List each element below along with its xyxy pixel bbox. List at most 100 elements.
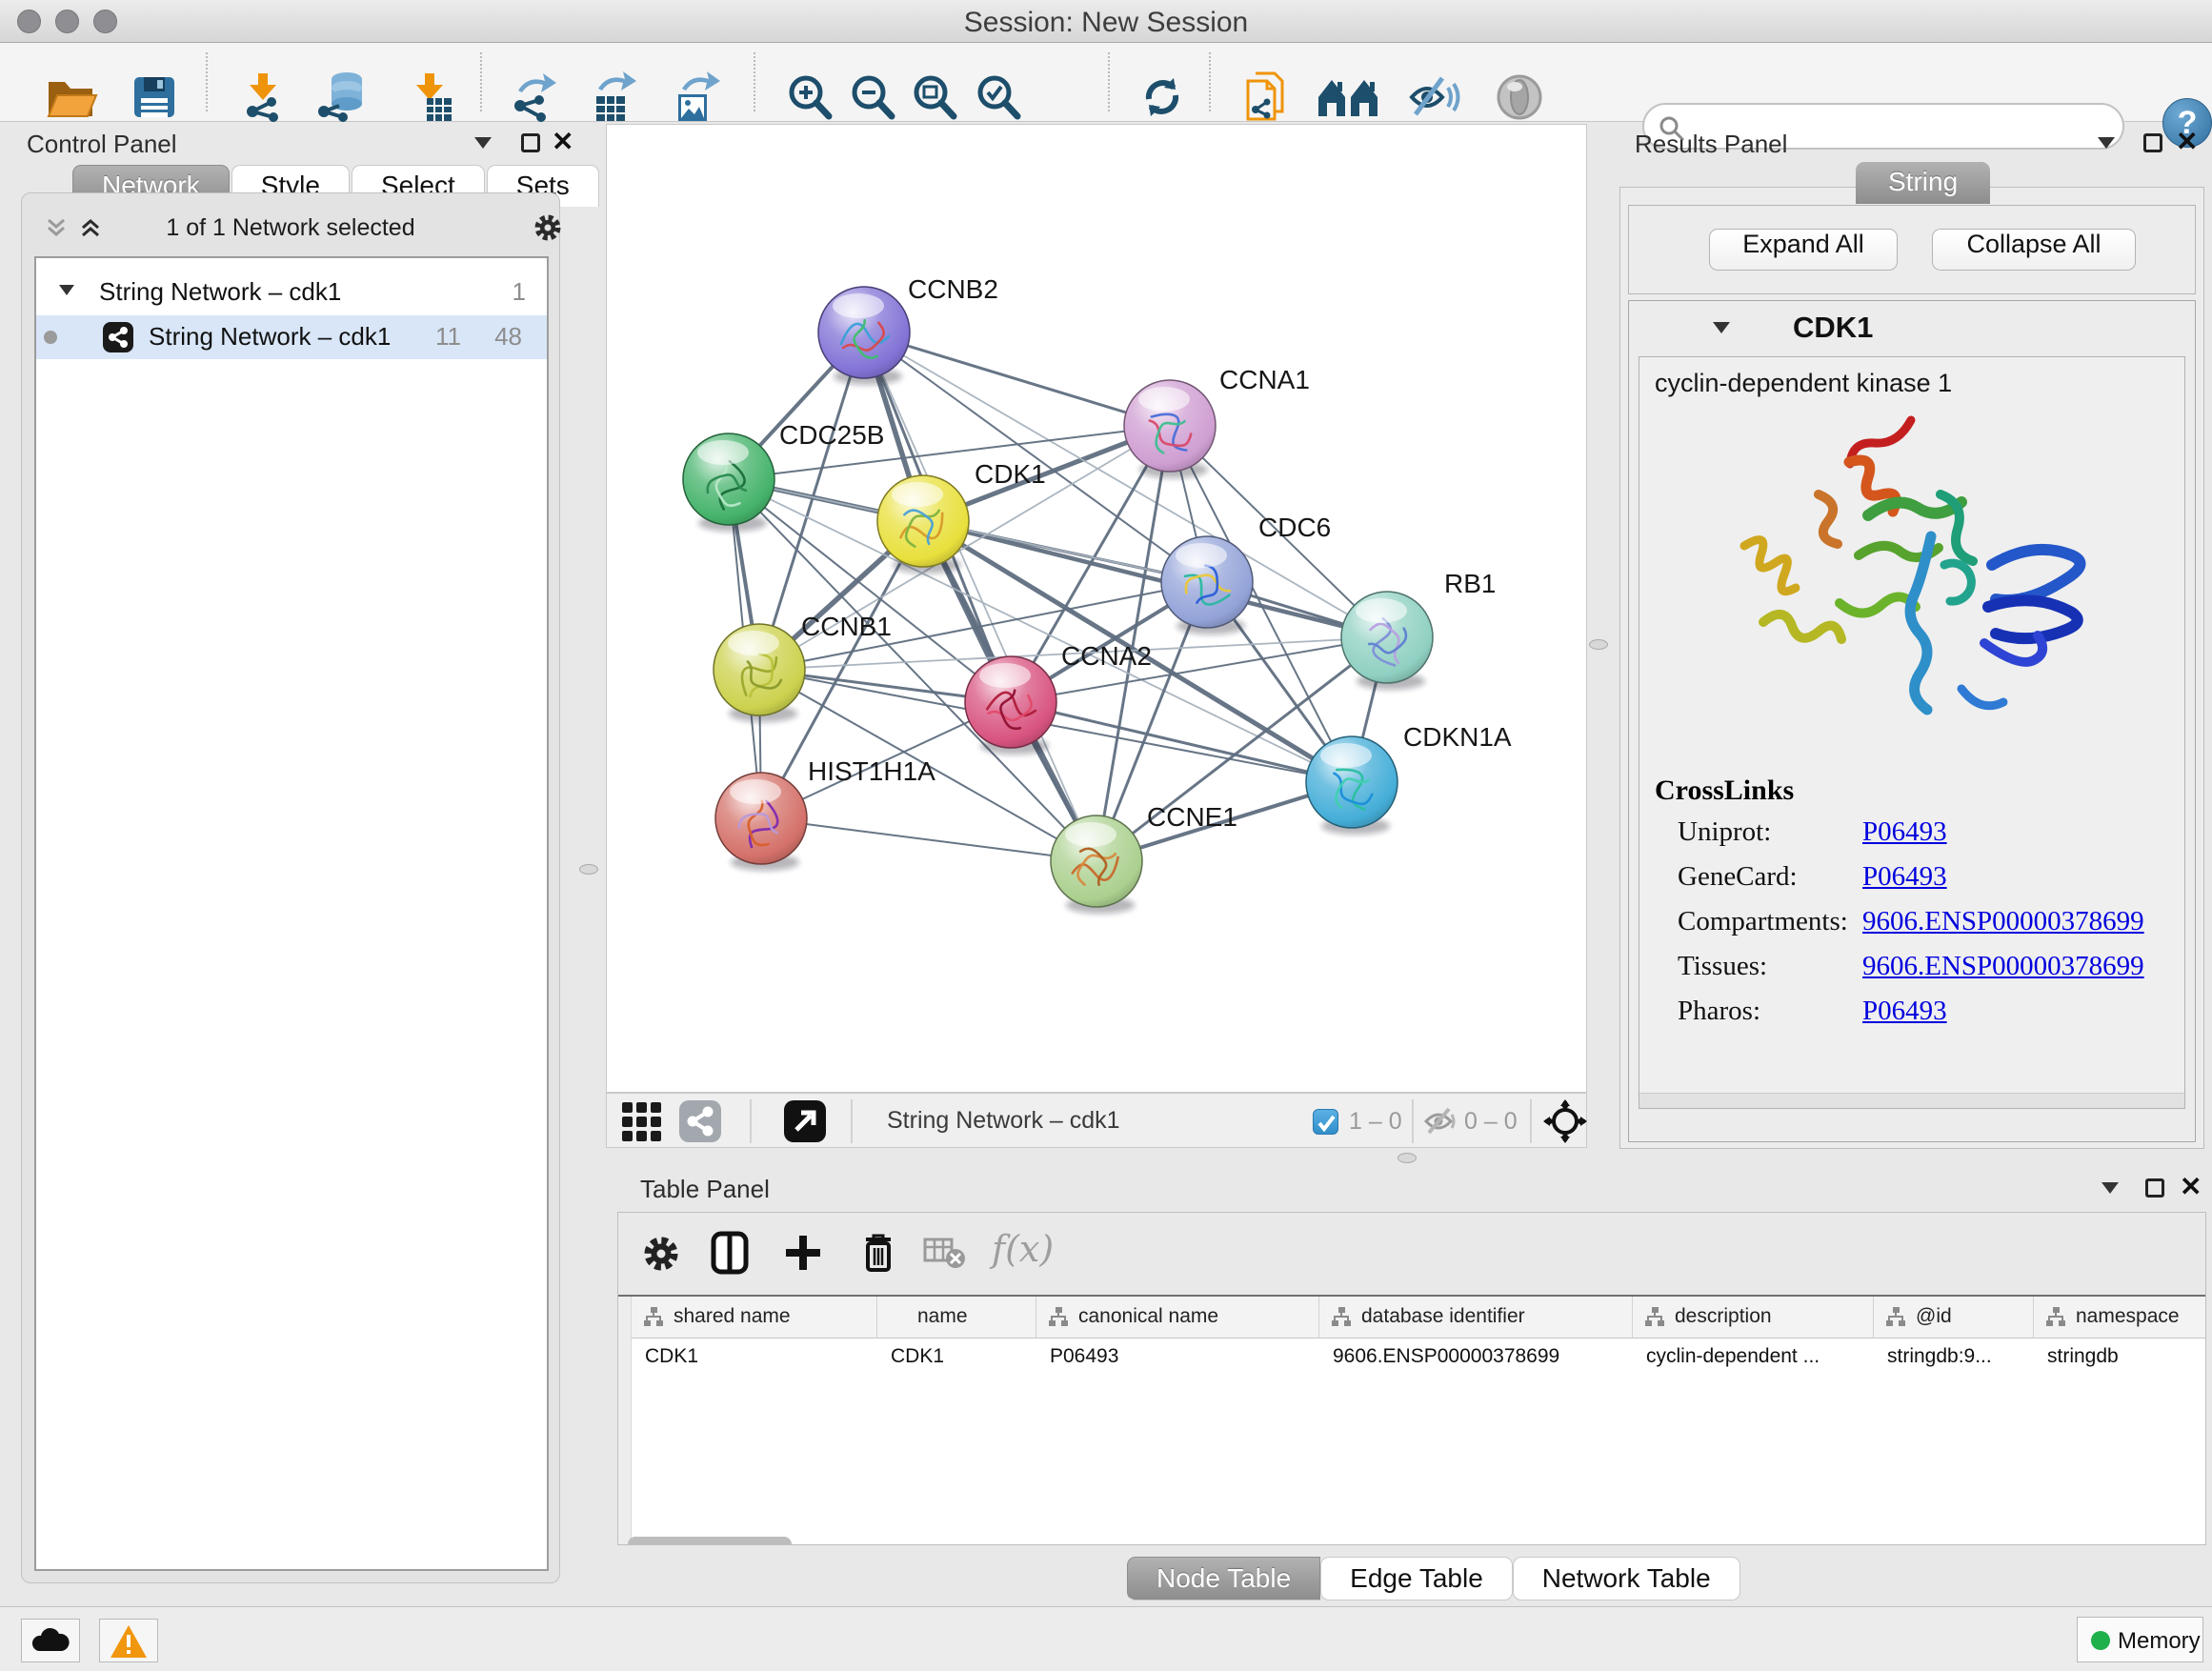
tab-network-table[interactable]: Network Table	[1513, 1557, 1740, 1601]
table-panel-float-icon[interactable]	[2101, 1182, 2119, 1194]
network-icon-gray[interactable]	[679, 1100, 721, 1142]
control-panel-maximize-icon[interactable]	[521, 133, 540, 152]
column-header-description[interactable]: description	[1633, 1297, 1874, 1339]
edge-HIST1H1A-CCNE1[interactable]	[761, 818, 1096, 861]
save-session-icon[interactable]	[128, 70, 181, 124]
network-graph[interactable]: CCNB2CCNA1CDC25BCDK1CDC6RB1CCNB1CCNA2CDK…	[607, 125, 1586, 1092]
node-label-RB1: RB1	[1444, 569, 1496, 598]
table-cell[interactable]: cyclin-dependent ...	[1633, 1339, 1874, 1375]
delete-table-icon	[923, 1236, 967, 1270]
expand-all-button[interactable]: Expand All	[1709, 229, 1898, 271]
table-cell[interactable]: 9606.ENSP00000378699	[1319, 1339, 1633, 1375]
grid-view-icon[interactable]	[620, 1100, 662, 1142]
open-session-icon[interactable]	[43, 70, 98, 124]
zoom-selected-icon[interactable]	[972, 70, 1025, 124]
import-network-database-icon[interactable]	[312, 70, 372, 125]
column-type-icon	[1048, 1306, 1069, 1329]
edge-CCNA2-CDKN1A[interactable]	[1011, 702, 1352, 782]
column-header-label: @id	[1916, 1305, 1952, 1328]
node-CDKN1A[interactable]: CDKN1A	[1306, 722, 1512, 835]
import-network-file-icon[interactable]	[235, 70, 291, 125]
table-cell[interactable]: stringdb	[2034, 1339, 2205, 1375]
memory-status-dot	[2091, 1631, 2110, 1650]
homes-icon[interactable]	[1317, 72, 1381, 122]
table-cell-value: CDK1	[891, 1345, 944, 1368]
tab-string[interactable]: String	[1856, 162, 1990, 204]
node-HIST1H1A[interactable]: HIST1H1A	[715, 756, 935, 871]
results-hscroll-track[interactable]	[1639, 1093, 2184, 1108]
node-table[interactable]: shared namenamecanonical namedatabase id…	[618, 1295, 2205, 1544]
network-collection-row[interactable]: String Network – cdk1 1	[36, 272, 547, 315]
hide-eye-icon[interactable]	[1406, 72, 1461, 122]
export-table-icon[interactable]	[585, 70, 642, 125]
crosslink-link[interactable]: P06493	[1862, 816, 1947, 848]
node-CCNE1[interactable]: CCNE1	[1051, 802, 1237, 914]
refresh-icon[interactable]	[1136, 70, 1189, 124]
show-eye-icon[interactable]	[1494, 71, 1545, 123]
node-label-CCNB2: CCNB2	[908, 274, 998, 304]
bottom-splitter-handle[interactable]	[1398, 1153, 1417, 1163]
left-splitter-handle[interactable]	[579, 864, 598, 875]
crosslink-link[interactable]: 9606.ENSP00000378699	[1862, 906, 2144, 937]
node-label-HIST1H1A: HIST1H1A	[808, 756, 935, 786]
delete-column-icon[interactable]	[858, 1228, 898, 1276]
results-panel-title: Results Panel	[1635, 130, 1787, 159]
entry-collapse-icon[interactable]	[1713, 322, 1730, 333]
gear-icon[interactable]	[533, 212, 563, 243]
memory-button[interactable]: Memory	[2077, 1617, 2203, 1662]
table-cell[interactable]: CDK1	[632, 1339, 877, 1375]
node-CCNA1[interactable]: CCNA1	[1124, 365, 1310, 478]
node-CDC25B[interactable]: CDC25B	[683, 420, 884, 532]
node-label-CDC6: CDC6	[1258, 513, 1331, 542]
table-hscroll-thumb[interactable]	[628, 1537, 792, 1544]
launch-view-icon[interactable]	[784, 1100, 826, 1142]
warning-button[interactable]	[99, 1619, 158, 1662]
network-row[interactable]: String Network – cdk1 11 48	[36, 315, 547, 359]
table-gear-icon[interactable]	[641, 1234, 681, 1274]
cloud-button[interactable]	[21, 1619, 80, 1662]
column-header-canonical-name[interactable]: canonical name	[1036, 1297, 1319, 1339]
column-header-name[interactable]: name	[877, 1297, 1036, 1339]
tab-edge-table[interactable]: Edge Table	[1320, 1557, 1513, 1601]
control-panel-float-icon[interactable]	[474, 137, 492, 149]
right-splitter-handle[interactable]	[1589, 639, 1608, 650]
tree-expand-icon[interactable]	[59, 285, 74, 295]
control-panel-body: 1 of 1 Network selected String Network –…	[21, 192, 560, 1583]
add-column-icon[interactable]	[782, 1232, 824, 1274]
zoom-fit-icon[interactable]	[908, 70, 961, 124]
zoom-out-icon[interactable]	[846, 70, 899, 124]
export-network-icon[interactable]	[505, 70, 562, 125]
table-panel-maximize-icon[interactable]	[2145, 1178, 2164, 1198]
results-panel-maximize-icon[interactable]	[2143, 133, 2162, 152]
column-header-database-identifier[interactable]: database identifier	[1319, 1297, 1633, 1339]
tab-node-table[interactable]: Node Table	[1127, 1557, 1320, 1601]
columns-icon[interactable]	[708, 1230, 752, 1276]
node-CCNB2[interactable]: CCNB2	[818, 274, 998, 385]
export-image-icon[interactable]	[667, 70, 724, 125]
crosslink-link[interactable]: P06493	[1862, 861, 1947, 893]
selected-checkbox[interactable]	[1313, 1109, 1338, 1135]
crosslink-link[interactable]: P06493	[1862, 996, 1947, 1027]
cdk1-entry-header[interactable]: CDK1	[1629, 301, 2195, 354]
edge-CCNB2-CCNA1[interactable]	[864, 332, 1170, 426]
column-header-shared-name[interactable]: shared name	[632, 1297, 877, 1339]
control-panel-close-icon[interactable]: ✕	[552, 126, 573, 157]
network-canvas[interactable]: CCNB2CCNA1CDC25BCDK1CDC6RB1CCNB1CCNA2CDK…	[606, 124, 1587, 1093]
node-RB1[interactable]: RB1	[1341, 569, 1496, 690]
table-cell[interactable]: P06493	[1036, 1339, 1319, 1375]
table-cell[interactable]: stringdb:9...	[1874, 1339, 2034, 1375]
table-panel-close-icon[interactable]: ✕	[2180, 1171, 2202, 1202]
crosslink-link[interactable]: 9606.ENSP00000378699	[1862, 951, 2144, 982]
node-CCNB1[interactable]: CCNB1	[714, 612, 892, 722]
results-panel-float-icon[interactable]	[2098, 137, 2115, 149]
table-cell[interactable]: CDK1	[877, 1339, 1036, 1375]
toolbar-separator	[851, 1099, 853, 1143]
column-header-namespace[interactable]: namespace	[2034, 1297, 2205, 1339]
column-header--id[interactable]: @id	[1874, 1297, 2034, 1339]
results-panel-close-icon[interactable]: ✕	[2176, 126, 2198, 157]
collapse-all-button[interactable]: Collapse All	[1932, 229, 2136, 271]
move-crosshair-icon[interactable]	[1543, 1099, 1587, 1143]
import-table-file-icon[interactable]	[402, 70, 457, 125]
zoom-in-icon[interactable]	[783, 70, 836, 124]
annotation-document-icon[interactable]	[1238, 68, 1294, 127]
